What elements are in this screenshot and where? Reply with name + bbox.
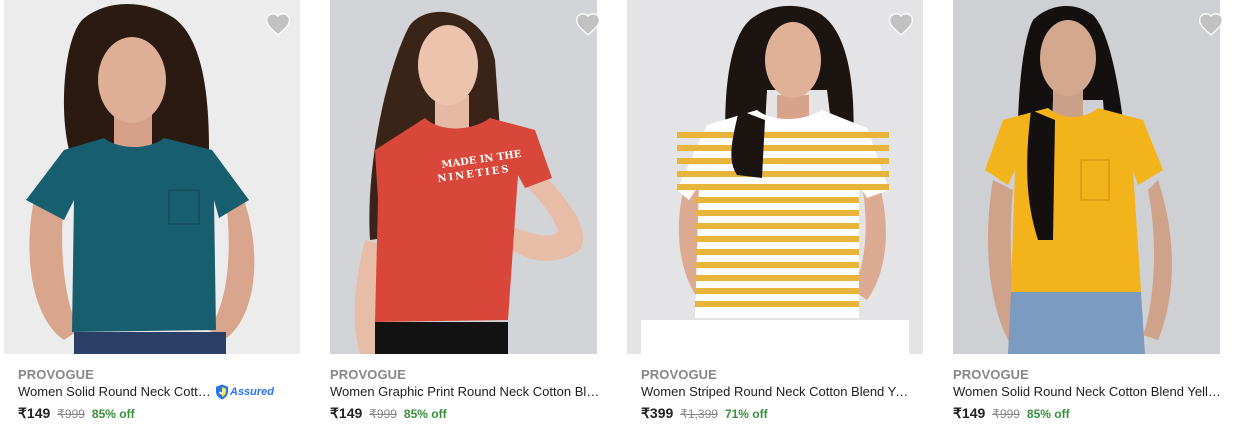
discount-label: 85% off	[403, 407, 447, 421]
price-row: ₹149 ₹999 85% off	[330, 405, 447, 422]
wishlist-button[interactable]	[575, 12, 601, 36]
product-grid: PROVOGUE Women Solid Round Neck Cotto...…	[0, 0, 1239, 424]
price-row: ₹149 ₹999 85% off	[18, 405, 135, 422]
product-brand: PROVOGUE	[953, 367, 1029, 382]
model-photo: MADE IN THE NINETIES	[330, 0, 597, 354]
product-brand: PROVOGUE	[18, 367, 94, 382]
product-card[interactable]: MADE IN THE NINETIES PROVOGUE Women Grap…	[330, 0, 601, 424]
original-price: ₹999	[992, 407, 1020, 421]
wishlist-button[interactable]	[265, 12, 291, 36]
shield-icon	[216, 384, 228, 400]
product-title[interactable]: Women Graphic Print Round Neck Cotton Bl…	[330, 384, 600, 399]
product-title[interactable]: Women Solid Round Neck Cotton Blend Yell…	[953, 384, 1223, 399]
wishlist-button[interactable]	[1198, 12, 1224, 36]
discount-label: 85% off	[91, 407, 135, 421]
model-photo	[4, 0, 300, 354]
original-price: ₹999	[57, 407, 85, 421]
product-title[interactable]: Women Striped Round Neck Cotton Blend Ye…	[641, 384, 911, 399]
heart-icon	[888, 13, 914, 36]
assured-label: Assured	[230, 386, 275, 398]
original-price: ₹999	[369, 407, 397, 421]
heart-icon	[1198, 13, 1224, 36]
product-card[interactable]: PROVOGUE Women Striped Round Neck Cotton…	[627, 0, 923, 424]
model-photo	[953, 0, 1220, 354]
discount-label: 71% off	[724, 407, 768, 421]
model-photo	[627, 0, 923, 354]
product-image[interactable]	[4, 0, 300, 354]
product-card[interactable]: PROVOGUE Women Solid Round Neck Cotton B…	[953, 0, 1224, 424]
price-row: ₹149 ₹999 85% off	[953, 405, 1070, 422]
selling-price: ₹149	[953, 405, 986, 421]
product-image[interactable]	[953, 0, 1220, 354]
product-card[interactable]: PROVOGUE Women Solid Round Neck Cotto...…	[4, 0, 300, 424]
selling-price: ₹399	[641, 405, 674, 421]
wishlist-button[interactable]	[888, 12, 914, 36]
price-row: ₹399 ₹1,399 71% off	[641, 405, 768, 422]
product-image[interactable]	[627, 0, 923, 354]
selling-price: ₹149	[330, 405, 363, 421]
product-title[interactable]: Women Solid Round Neck Cotto...	[18, 384, 214, 399]
product-brand: PROVOGUE	[330, 367, 406, 382]
selling-price: ₹149	[18, 405, 51, 421]
discount-label: 85% off	[1026, 407, 1070, 421]
product-image[interactable]: MADE IN THE NINETIES	[330, 0, 597, 354]
heart-icon	[265, 13, 291, 36]
original-price: ₹1,399	[680, 407, 718, 421]
heart-icon	[575, 13, 601, 36]
product-brand: PROVOGUE	[641, 367, 717, 382]
assured-badge: Assured	[215, 384, 274, 400]
